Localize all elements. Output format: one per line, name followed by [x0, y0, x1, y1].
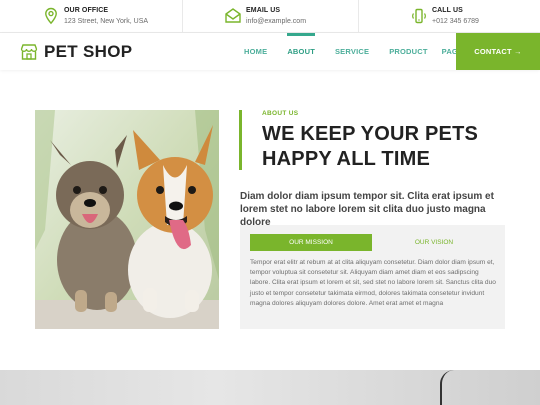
- nav-home[interactable]: HOME: [244, 33, 267, 70]
- top-info-bar: OUR OFFICE 123 Street, New York, USA EMA…: [0, 0, 540, 33]
- decorative-shape: [440, 370, 470, 405]
- office-info: OUR OFFICE 123 Street, New York, USA: [42, 0, 148, 32]
- call-info[interactable]: CALL US +012 345 6789: [410, 0, 479, 32]
- tab-content: Tempor erat elitr at rebum at at clita a…: [250, 259, 496, 307]
- nav-product[interactable]: PRODUCT: [389, 33, 427, 70]
- nav-about[interactable]: ABOUT: [287, 33, 315, 70]
- tab-our-mission[interactable]: OUR MISSION: [250, 234, 372, 251]
- tab-our-vision[interactable]: OUR VISION: [373, 234, 495, 251]
- shop-icon: [20, 44, 38, 60]
- about-lead-text: Diam dolor diam ipsum tempor sit. Clita …: [240, 191, 494, 228]
- email-title: EMAIL US: [246, 6, 281, 14]
- brand-logo[interactable]: PET SHOP: [20, 42, 132, 62]
- divider: [182, 0, 183, 32]
- nav-service[interactable]: SERVICE: [335, 33, 369, 70]
- next-section-image: [0, 370, 540, 405]
- main-navbar: PET SHOP HOME ABOUT SERVICE PRODUCT PAGE…: [0, 33, 540, 70]
- mission-vision-tabs: OUR MISSION OUR VISION Tempor erat elitr…: [240, 225, 505, 329]
- divider: [358, 0, 359, 32]
- office-address: 123 Street, New York, USA: [64, 17, 149, 25]
- about-accent-bar: [239, 110, 242, 170]
- email-address[interactable]: info@example.com: [246, 16, 306, 27]
- phone-icon: [410, 7, 428, 25]
- about-title: WE KEEP YOUR PETS HAPPY ALL TIME: [262, 123, 479, 170]
- envelope-icon: [224, 7, 242, 25]
- map-pin-icon: [42, 7, 60, 25]
- call-title: CALL US: [432, 6, 463, 14]
- about-label: ABOUT US: [262, 110, 299, 117]
- contact-button[interactable]: CONTACT →: [456, 33, 540, 70]
- phone-number[interactable]: +012 345 6789: [432, 16, 479, 27]
- dogs-photo: [35, 110, 219, 329]
- brand-name: PET SHOP: [44, 42, 133, 61]
- office-title: OUR OFFICE: [64, 6, 109, 14]
- email-info[interactable]: EMAIL US info@example.com: [224, 0, 306, 32]
- dogs-image: [35, 110, 219, 329]
